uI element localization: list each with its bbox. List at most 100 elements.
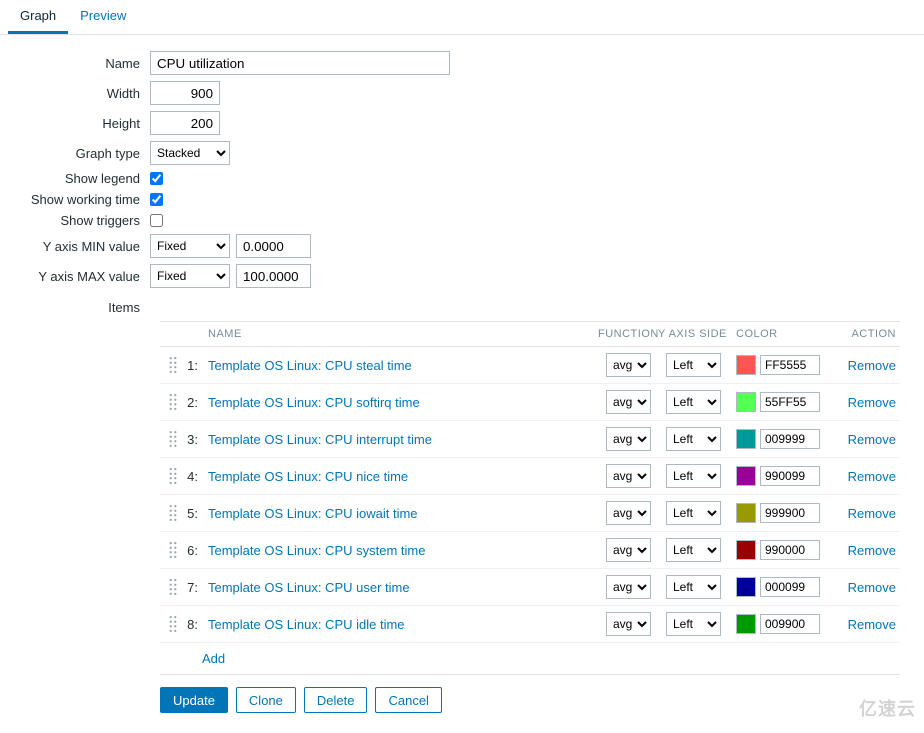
remove-link[interactable]: Remove: [848, 395, 896, 410]
color-swatch[interactable]: [736, 355, 756, 375]
table-row: 4: Template OS Linux: CPU nice time avg Lef…: [160, 458, 900, 495]
name-field[interactable]: [150, 51, 450, 75]
color-code-field[interactable]: [760, 503, 820, 523]
color-code-field[interactable]: [760, 429, 820, 449]
item-index: 1:: [182, 358, 202, 373]
show-working-time-checkbox[interactable]: [150, 193, 163, 206]
drag-handle-icon[interactable]: [169, 357, 177, 373]
remove-link[interactable]: Remove: [848, 506, 896, 521]
header-name: NAME: [164, 328, 598, 340]
cancel-button[interactable]: Cancel: [375, 687, 441, 713]
label-height: Height: [0, 116, 150, 131]
table-row: 6:Template OS Linux: CPU system timeavgL…: [160, 532, 900, 569]
table-row: 5:Template OS Linux: CPU iowait timeavgL…: [160, 495, 900, 532]
y-max-value-field[interactable]: [236, 264, 311, 288]
header-action: ACTION: [831, 328, 896, 340]
drag-handle-icon[interactable]: [169, 394, 177, 410]
label-graph-type: Graph type: [0, 146, 150, 161]
color-swatch[interactable]: [736, 540, 756, 560]
item-name-link[interactable]: Template OS Linux: CPU user time: [208, 580, 410, 595]
function-select[interactable]: avg: [606, 538, 651, 562]
item-name-link[interactable]: Template OS Linux: CPU nice time: [208, 469, 408, 484]
height-field[interactable]: [150, 111, 220, 135]
remove-link[interactable]: Remove: [848, 358, 896, 373]
side-select[interactable]: Left: [666, 464, 721, 488]
function-select[interactable]: avg: [606, 353, 651, 377]
y-min-mode-select[interactable]: Fixed: [150, 234, 230, 258]
item-name-link[interactable]: Template OS Linux: CPU idle time: [208, 617, 405, 632]
remove-link[interactable]: Remove: [848, 469, 896, 484]
item-name-link[interactable]: Template OS Linux: CPU softirq time: [208, 395, 420, 410]
label-width: Width: [0, 86, 150, 101]
side-select[interactable]: Left: [666, 390, 721, 414]
add-item-link[interactable]: Add: [202, 651, 225, 666]
drag-handle-icon[interactable]: [169, 616, 177, 632]
side-select[interactable]: Left: [666, 612, 721, 636]
remove-link[interactable]: Remove: [848, 617, 896, 632]
item-index: 3:: [182, 432, 202, 447]
header-color: COLOR: [736, 328, 831, 340]
update-button[interactable]: Update: [160, 687, 228, 713]
header-side: Y AXIS SIDE: [658, 328, 736, 340]
color-swatch[interactable]: [736, 429, 756, 449]
tabs: Graph Preview: [0, 0, 924, 35]
side-select[interactable]: Left: [666, 501, 721, 525]
color-swatch[interactable]: [736, 466, 756, 486]
function-select[interactable]: avg: [606, 501, 651, 525]
label-name: Name: [0, 56, 150, 71]
color-code-field[interactable]: [760, 614, 820, 634]
items-header: NAME FUNCTION Y AXIS SIDE COLOR ACTION: [160, 322, 900, 347]
color-code-field[interactable]: [760, 540, 820, 560]
remove-link[interactable]: Remove: [848, 543, 896, 558]
side-select[interactable]: Left: [666, 353, 721, 377]
function-select[interactable]: avg: [606, 464, 651, 488]
label-show-working-time: Show working time: [0, 192, 150, 207]
table-row: 8: Template OS Linux: CPU idle time avg Lef…: [160, 606, 900, 643]
table-row: 2: Template OS Linux: CPU softirq time avg…: [160, 384, 900, 421]
side-select[interactable]: Left: [666, 538, 721, 562]
item-name-link[interactable]: Template OS Linux: CPU interrupt time: [208, 432, 432, 447]
color-swatch[interactable]: [736, 577, 756, 597]
tab-preview[interactable]: Preview: [68, 0, 138, 34]
function-select[interactable]: avg: [606, 575, 651, 599]
clone-button[interactable]: Clone: [236, 687, 296, 713]
item-index: 8:: [182, 617, 202, 632]
color-code-field[interactable]: [760, 577, 820, 597]
side-select[interactable]: Left: [666, 427, 721, 451]
item-index: 2:: [182, 395, 202, 410]
item-name-link[interactable]: Template OS Linux: CPU steal time: [208, 358, 412, 373]
side-select[interactable]: Left: [666, 575, 721, 599]
label-show-triggers: Show triggers: [0, 213, 150, 228]
drag-handle-icon[interactable]: [169, 431, 177, 447]
show-triggers-checkbox[interactable]: [150, 214, 163, 227]
remove-link[interactable]: Remove: [848, 432, 896, 447]
item-name-link[interactable]: Template OS Linux: CPU system time: [208, 543, 425, 558]
item-index: 4:: [182, 469, 202, 484]
function-select[interactable]: avg: [606, 427, 651, 451]
delete-button[interactable]: Delete: [304, 687, 368, 713]
function-select[interactable]: avg: [606, 390, 651, 414]
table-row: 1: Template OS Linux: CPU steal time avg Le…: [160, 347, 900, 384]
graph-type-select[interactable]: Stacked: [150, 141, 230, 165]
color-code-field[interactable]: [760, 355, 820, 375]
color-code-field[interactable]: [760, 466, 820, 486]
width-field[interactable]: [150, 81, 220, 105]
label-y-max: Y axis MAX value: [0, 269, 150, 284]
drag-handle-icon[interactable]: [169, 579, 177, 595]
tab-graph[interactable]: Graph: [8, 0, 68, 34]
item-name-link[interactable]: Template OS Linux: CPU iowait time: [208, 506, 418, 521]
table-row: 3: Template OS Linux: CPU interrupt time a…: [160, 421, 900, 458]
color-swatch[interactable]: [736, 614, 756, 634]
color-swatch[interactable]: [736, 503, 756, 523]
y-max-mode-select[interactable]: Fixed: [150, 264, 230, 288]
function-select[interactable]: avg: [606, 612, 651, 636]
drag-handle-icon[interactable]: [169, 542, 177, 558]
drag-handle-icon[interactable]: [169, 505, 177, 521]
drag-handle-icon[interactable]: [169, 468, 177, 484]
y-min-value-field[interactable]: [236, 234, 311, 258]
color-swatch[interactable]: [736, 392, 756, 412]
color-code-field[interactable]: [760, 392, 820, 412]
show-legend-checkbox[interactable]: [150, 172, 163, 185]
remove-link[interactable]: Remove: [848, 580, 896, 595]
label-y-min: Y axis MIN value: [0, 239, 150, 254]
